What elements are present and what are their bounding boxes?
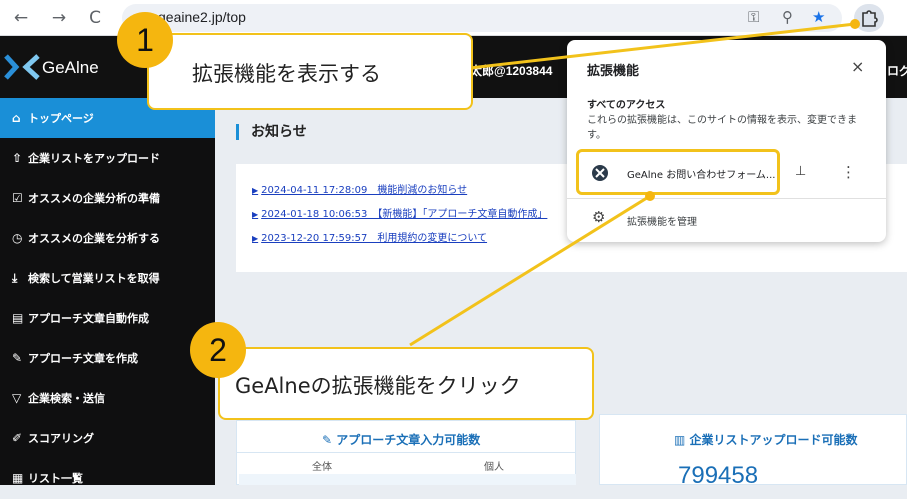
callout-text-1: 拡張機能を表示する	[192, 62, 381, 86]
step-badge-1: 1	[117, 12, 173, 68]
step-badge-2: 2	[190, 322, 246, 378]
callout-text-2: GeAlneの拡張機能をクリック	[235, 374, 521, 398]
